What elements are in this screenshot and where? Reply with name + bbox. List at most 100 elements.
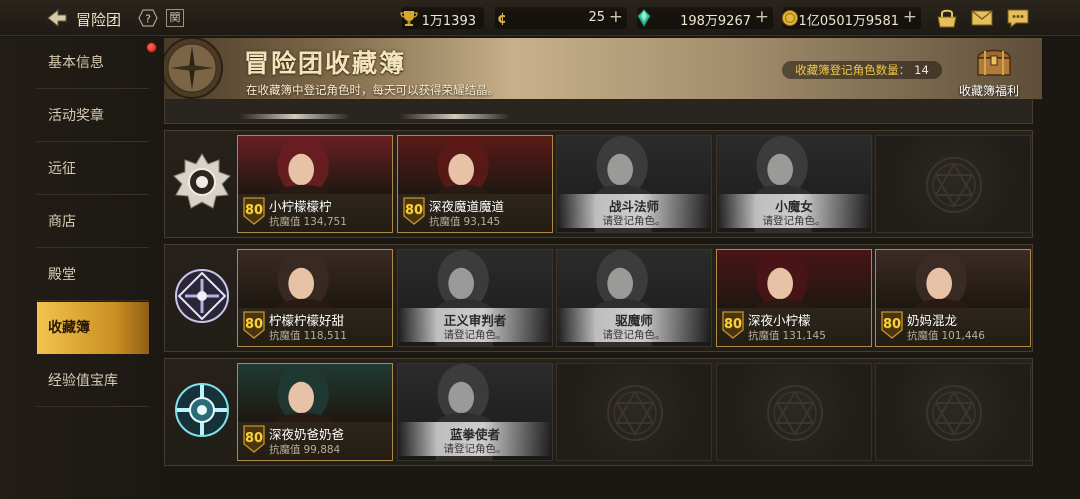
character-card[interactable]: 80 深夜魔道魔道 抗魔值 93,145 bbox=[397, 135, 553, 233]
cyan-cross-emblem-icon bbox=[175, 383, 229, 437]
stat-value: 131,145 bbox=[782, 330, 826, 342]
mail-icon[interactable] bbox=[970, 7, 994, 29]
coin-value: 25 bbox=[588, 10, 605, 25]
unregistered-card[interactable]: 小魔女 请登记角色。 bbox=[716, 135, 872, 233]
level-value: 80 bbox=[882, 317, 902, 332]
empty-slot-seal-icon bbox=[767, 385, 823, 441]
unregistered-card[interactable]: 战斗法师 请登记角色。 bbox=[556, 135, 712, 233]
unregistered-card[interactable]: 蓝拳使者 请登记角色。 bbox=[397, 363, 553, 461]
empty-slot bbox=[875, 135, 1031, 233]
sidebar-item-event-medals[interactable]: 活动奖章 bbox=[37, 90, 149, 142]
character-stat: 抗魔值 93,145 bbox=[429, 214, 500, 229]
page-title: 冒险团 bbox=[76, 11, 122, 29]
level-badge: 80 bbox=[242, 425, 266, 453]
character-portrait bbox=[238, 136, 392, 232]
register-hint: 请登记角色。 bbox=[602, 329, 666, 341]
add-coin-button[interactable]: + bbox=[609, 7, 623, 27]
character-stat: 抗魔值 99,884 bbox=[269, 442, 340, 457]
character-portrait bbox=[717, 250, 871, 346]
trophy-value: 1万1393 bbox=[421, 14, 476, 29]
register-hint: 请登记角色。 bbox=[443, 443, 507, 455]
gold-currency: 1亿0501万9581 + bbox=[782, 7, 921, 29]
level-badge: 80 bbox=[880, 311, 904, 339]
level-value: 80 bbox=[244, 317, 264, 332]
top-bar: 冒险团 ? 関 1万1393 ¢ 25 + 198万9267 + 1亿0501万… bbox=[0, 0, 1080, 36]
kin-button[interactable]: 関 bbox=[166, 9, 184, 27]
back-arrow-icon[interactable] bbox=[44, 7, 68, 29]
empty-slot-seal-icon bbox=[926, 385, 982, 441]
collection-benefit-label: 收藏簿福利 bbox=[959, 84, 1020, 98]
character-card[interactable]: 80 小柠檬檬柠 抗魔值 134,751 bbox=[237, 135, 393, 233]
level-value: 80 bbox=[244, 431, 264, 446]
stat-label: 抗魔值 bbox=[429, 216, 461, 228]
stat-value: 134,751 bbox=[303, 216, 347, 228]
banner-subtitle: 在收藏簿中登记角色时，每天可以获得荣耀结晶。 bbox=[246, 83, 499, 97]
stat-label: 抗魔值 bbox=[748, 330, 780, 342]
character-stat: 抗魔值 101,446 bbox=[907, 328, 985, 343]
character-name: 深夜奶爸奶爸 bbox=[269, 427, 345, 442]
bag-icon[interactable] bbox=[935, 7, 959, 29]
level-badge: 80 bbox=[242, 311, 266, 339]
stat-label: 抗魔值 bbox=[269, 444, 301, 456]
compass-icon bbox=[164, 38, 223, 99]
gem-value: 198万9267 bbox=[680, 14, 751, 29]
gold-coin-icon bbox=[782, 10, 798, 26]
registered-count-label: 收藏簿登记角色数量： bbox=[795, 63, 911, 77]
stat-label: 抗魔值 bbox=[907, 330, 939, 342]
character-portrait bbox=[876, 250, 1030, 346]
empty-slot-seal-icon bbox=[926, 157, 982, 213]
trophy-currency: 1万1393 bbox=[400, 7, 484, 29]
sidebar-item-expedition[interactable]: 远征 bbox=[37, 143, 149, 195]
question-icon[interactable]: ? bbox=[138, 9, 158, 27]
chat-icon[interactable] bbox=[1006, 7, 1030, 29]
add-gold-button[interactable]: + bbox=[903, 7, 917, 27]
empty-slot bbox=[716, 363, 872, 461]
trophy-icon bbox=[400, 11, 418, 26]
svg-text:¢: ¢ bbox=[497, 11, 507, 27]
collection-row: 80 小柠檬檬柠 抗魔值 134,751 80 深夜魔道魔道 抗魔值 93,145 战斗法师 请登… bbox=[164, 130, 1033, 238]
collection-benefit-button[interactable]: 收藏簿福利 bbox=[955, 42, 1035, 98]
register-hint: 请登记角色。 bbox=[443, 329, 507, 341]
character-stat: 抗魔值 134,751 bbox=[269, 214, 347, 229]
character-card[interactable]: 80 奶妈混龙 抗魔值 101,446 bbox=[875, 249, 1031, 347]
level-badge: 80 bbox=[402, 197, 426, 225]
sidebar-item-exp-vault[interactable]: 经验值宝库 bbox=[37, 355, 149, 407]
character-portrait bbox=[238, 250, 392, 346]
registered-count: 收藏簿登记角色数量： 14 bbox=[782, 61, 942, 79]
white-sun-emblem-icon bbox=[173, 153, 231, 209]
sidebar-item-basic-info[interactable]: 基本信息 bbox=[37, 37, 149, 89]
sidebar-item-hall[interactable]: 殿堂 bbox=[37, 249, 149, 301]
level-badge: 80 bbox=[242, 197, 266, 225]
add-gem-button[interactable]: + bbox=[755, 7, 769, 27]
character-name: 奶妈混龙 bbox=[907, 313, 958, 328]
stat-label: 抗魔值 bbox=[269, 330, 301, 342]
character-card[interactable]: 80 深夜小柠檬 抗魔值 131,145 bbox=[716, 249, 872, 347]
character-stat: 抗魔值 118,511 bbox=[269, 328, 347, 343]
coin-icon: ¢ bbox=[497, 11, 507, 27]
register-hint: 请登记角色。 bbox=[762, 215, 826, 227]
stat-value: 93,145 bbox=[463, 216, 501, 228]
register-hint: 请登记角色。 bbox=[602, 215, 666, 227]
empty-slot bbox=[556, 363, 712, 461]
collection-row: 80 柠檬柠檬好甜 抗魔值 118,511 正义审判者 请登记角色。 驱魔师 请登记角色。 80… bbox=[164, 244, 1033, 352]
stat-value: 99,884 bbox=[303, 444, 341, 456]
character-card[interactable]: 80 柠檬柠檬好甜 抗魔值 118,511 bbox=[237, 249, 393, 347]
purple-cross-emblem-icon bbox=[175, 269, 229, 323]
notification-dot bbox=[146, 42, 157, 53]
stat-label: 抗魔值 bbox=[269, 216, 301, 228]
character-stat: 抗魔值 131,145 bbox=[748, 328, 826, 343]
unregistered-card[interactable]: 正义审判者 请登记角色。 bbox=[397, 249, 553, 347]
gem-icon bbox=[637, 9, 651, 27]
coin-currency: ¢ 25 + bbox=[495, 7, 627, 29]
character-portrait bbox=[238, 364, 392, 460]
character-name: 柠檬柠檬好甜 bbox=[269, 313, 345, 328]
collection-row-partial bbox=[164, 100, 1033, 124]
character-card[interactable]: 80 深夜奶爸奶爸 抗魔值 99,884 bbox=[237, 363, 393, 461]
character-name: 深夜小柠檬 bbox=[748, 313, 811, 328]
level-badge: 80 bbox=[721, 311, 745, 339]
level-value: 80 bbox=[244, 203, 264, 218]
sidebar-item-shop[interactable]: 商店 bbox=[37, 196, 149, 248]
banner-title: 冒险团收藏簿 bbox=[244, 49, 407, 78]
unregistered-card[interactable]: 驱魔师 请登记角色。 bbox=[556, 249, 712, 347]
sidebar-item-collection[interactable]: 收藏簿 bbox=[37, 302, 149, 354]
